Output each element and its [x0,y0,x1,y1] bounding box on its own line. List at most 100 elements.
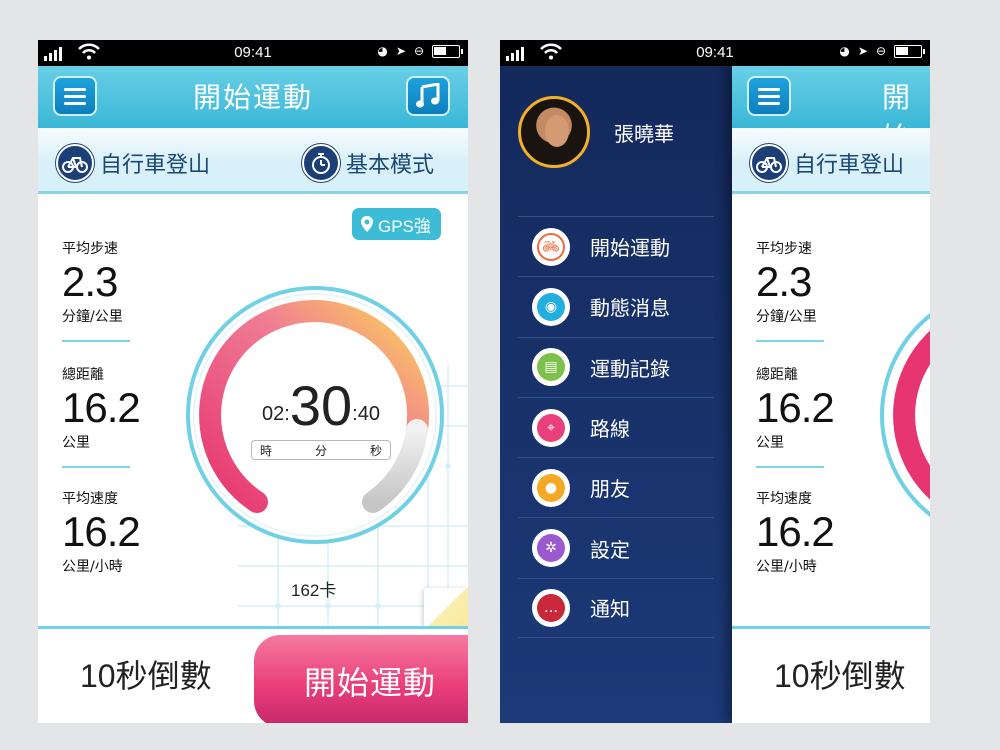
avatar [518,96,590,168]
lock-rotation-icon: ⊖ [875,44,886,58]
stat-unit: 分鐘/公里 [756,309,817,325]
timer-hours: 02: [262,403,290,425]
stopwatch-icon [302,144,340,182]
workout-app: 開始運動 自行車登山 基本模式 平均步速 2.3 分鐘/公里 總距離 16.2 … [38,66,468,723]
unit-hours: 時 [260,443,273,458]
menu-button[interactable] [747,76,791,116]
drawer-item-label: 設定 [590,537,630,562]
main-screen: 09:41 ◕ ➤ ⊖ 開始運動 自行車登山 基本模式 平均步速 2.3 分鐘/… [38,40,468,723]
gear-icon: ✲ [532,529,570,568]
timer-minutes: 30 [289,374,353,437]
workout-gauge [880,313,930,517]
drawer-item-label: 朋友 [590,477,630,502]
sport-type-selector[interactable]: 自行車登山 [56,144,210,182]
drawer-item-label: 開始運動 [590,236,670,261]
stat-label: 總距離 [62,367,104,383]
document-icon: ▤ [532,348,570,387]
drawer-item-routes[interactable]: ⌖ 路線 [518,396,714,457]
clock-icon: ◕ [839,44,850,58]
map-pin-icon: ⌖ [532,408,570,447]
main-screen-peek[interactable]: 開始 自行車登山 平均步速 2.3 分鐘/公里 總距離 16.2 公里 [732,66,930,723]
battery-icon [432,44,463,58]
stat-avg-speed: 平均速度 16.2 公里/小時 [62,488,182,576]
timer-units: 時 分 秒 [251,440,391,460]
countdown-label[interactable]: 10秒倒數 [774,651,906,697]
start-workout-button[interactable]: 開始運動 [254,635,468,723]
drawer-item-notifications[interactable]: … 通知 [518,577,714,639]
location-arrow-icon: ➤ [395,44,406,58]
stat-unit: 公里 [62,435,90,451]
workout-mode-selector[interactable]: 基本模式 [302,144,434,182]
divider [62,340,130,342]
side-drawer: 張曉華 🚲︎ 開始運動 ◉ 動態消息 ▤ 運動記錄 ⌖ 路線 ● 朋友 ✲ 設定… [500,66,732,723]
bicycle-icon: 🚲︎ [532,227,570,266]
stat-label: 平均速度 [62,491,118,507]
music-button[interactable] [406,76,450,116]
sport-type-selector[interactable]: 自行車登山 [750,144,904,182]
divider [756,340,824,342]
stat-avg-pace: 平均步速 2.3 分鐘/公里 [756,238,876,342]
feed-icon: ◉ [532,287,570,326]
app-header: 開始運動 [38,66,468,128]
drawer-item-workout-log[interactable]: ▤ 運動記錄 [518,336,714,397]
sport-type-label: 自行車登山 [100,153,211,178]
stat-unit: 公里/小時 [756,559,817,575]
calories-readout: 162卡 [291,581,337,600]
elapsed-timer: 02: 30 :40 時 分 秒 [246,378,396,460]
hamburger-icon [758,84,780,109]
drawer-item-news-feed[interactable]: ◉ 動態消息 [518,276,714,336]
stat-value: 16.2 [756,508,835,555]
bottom-bar: 10秒倒數 [732,626,930,723]
location-pin-icon [361,216,373,232]
timer-seconds: :40 [352,403,380,425]
divider [62,466,130,468]
stat-total-distance: 總距離 16.2 公里 [756,364,876,468]
divider [756,466,824,468]
unit-minutes: 分 [314,443,327,458]
app-header: 開始 [732,66,930,154]
music-note-icon [416,83,440,108]
battery-icon [894,44,925,58]
stat-avg-speed: 平均速度 16.2 公里/小時 [756,488,876,576]
workout-dashboard: 平均步速 2.3 分鐘/公里 總距離 16.2 公里 平均速度 16.2 公里/… [732,196,930,626]
stat-unit: 分鐘/公里 [62,309,123,325]
bottom-bar: 10秒倒數 開始運動 [38,626,468,723]
mountain-bike-icon [56,144,94,182]
stat-unit: 公里 [756,435,784,451]
countdown-label[interactable]: 10秒倒數 [80,651,212,697]
drawer-item-label: 運動記錄 [590,356,670,381]
stat-unit: 公里/小時 [62,559,123,575]
drawer-menu: 🚲︎ 開始運動 ◉ 動態消息 ▤ 運動記錄 ⌖ 路線 ● 朋友 ✲ 設定 … 通… [518,216,714,639]
stat-value: 2.3 [756,258,812,305]
gps-status-label: GPS強 [378,216,431,236]
stat-total-distance: 總距離 16.2 公里 [62,364,182,468]
gps-status-badge: GPS強 [352,208,441,240]
stat-value: 16.2 [62,384,141,431]
mode-bar: 自行車登山 [732,128,930,194]
drawer-item-settings[interactable]: ✲ 設定 [518,517,714,577]
stat-label: 平均步速 [62,241,118,257]
message-icon: … [532,588,570,627]
stat-avg-pace: 平均步速 2.3 分鐘/公里 [62,238,182,342]
stat-value: 16.2 [62,508,141,555]
user-name: 張曉華 [614,121,674,146]
drawer-item-friends[interactable]: ● 朋友 [518,457,714,517]
clock-icon: ◕ [377,44,388,58]
drawer-item-label: 路線 [590,417,630,442]
page-title: 開始運動 [192,81,313,114]
mode-bar: 自行車登山 基本模式 [38,128,468,194]
mountain-bike-icon [750,144,788,182]
sport-type-label: 自行車登山 [794,153,905,178]
drawer-item-label: 通知 [590,597,630,622]
status-bar: 09:41 ◕ ➤ ⊖ [38,40,468,66]
drawer-item-start-workout[interactable]: 🚲︎ 開始運動 [518,216,714,276]
stat-label: 平均速度 [756,491,812,507]
workout-mode-label: 基本模式 [346,153,435,178]
lock-rotation-icon: ⊖ [413,44,424,58]
menu-open-screen: 09:41 ◕ ➤ ⊖ 張曉華 🚲︎ 開始運動 ◉ 動態消息 ▤ 運動記錄 ⌖ … [500,40,930,723]
user-profile[interactable]: 張曉華 [518,96,674,168]
workout-dashboard: 平均步速 2.3 分鐘/公里 總距離 16.2 公里 平均速度 16.2 公里/… [38,196,468,626]
stat-value: 16.2 [756,384,835,431]
status-bar: 09:41 ◕ ➤ ⊖ [500,40,930,66]
stat-value: 2.3 [62,258,118,305]
